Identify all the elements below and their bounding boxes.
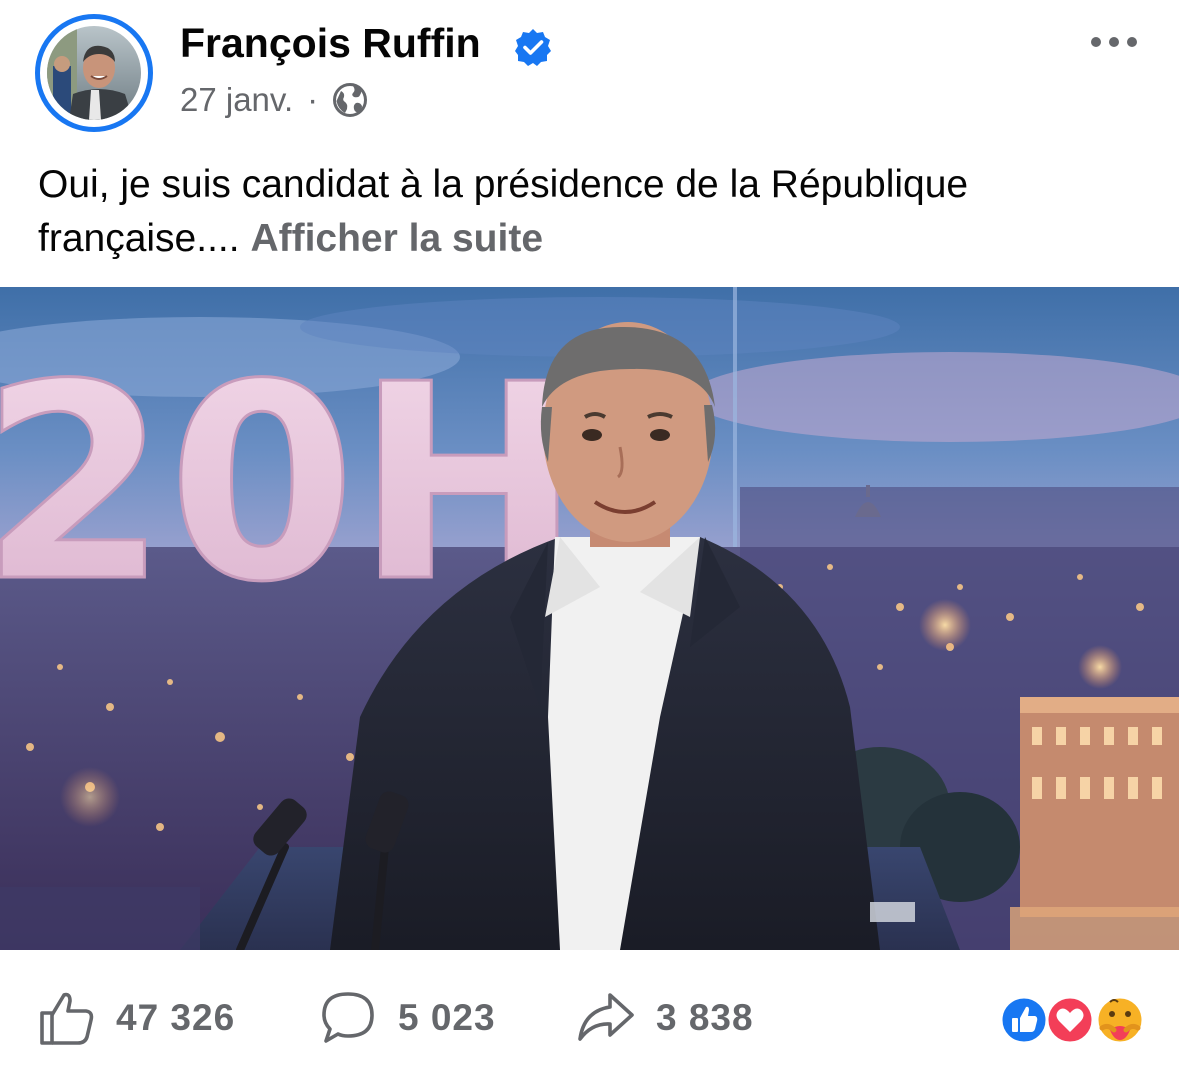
reactions-summary[interactable] (998, 994, 1148, 1046)
see-more-link[interactable]: Afficher la suite (250, 217, 543, 260)
like-action[interactable]: 47 326 (38, 988, 235, 1048)
globe-icon[interactable] (332, 82, 368, 118)
author-name[interactable]: François Ruffin (180, 20, 481, 67)
meta-separator: · (307, 81, 319, 118)
avatar[interactable] (47, 26, 141, 120)
like-reaction-icon (999, 995, 1049, 1045)
comment-action[interactable]: 5 023 (318, 988, 496, 1048)
post-timestamp[interactable]: 27 janv. (180, 81, 293, 119)
love-reaction-icon (1045, 995, 1095, 1045)
like-count: 47 326 (116, 997, 236, 1038)
share-icon[interactable] (576, 989, 636, 1047)
post-meta: 27 janv. · (180, 79, 368, 121)
post-actions: 47 326 5 023 3 838 (0, 950, 1179, 1075)
facebook-post: François Ruffin 27 janv. · Oui, je suis … (0, 0, 1179, 1075)
post-header: François Ruffin 27 janv. · (0, 0, 1179, 140)
comment-count: 5 023 (398, 997, 496, 1038)
post-text: Oui, je suis candidat à la présidence de… (38, 158, 1148, 266)
post-photo[interactable]: 20H (0, 287, 1179, 950)
comment-icon[interactable] (318, 989, 378, 1047)
care-reaction-icon (1095, 995, 1145, 1045)
more-options-icon[interactable] (1088, 30, 1140, 54)
verified-badge-icon (515, 29, 551, 66)
like-icon[interactable] (38, 989, 96, 1047)
share-count: 3 838 (656, 997, 754, 1038)
share-action[interactable]: 3 838 (576, 988, 754, 1048)
